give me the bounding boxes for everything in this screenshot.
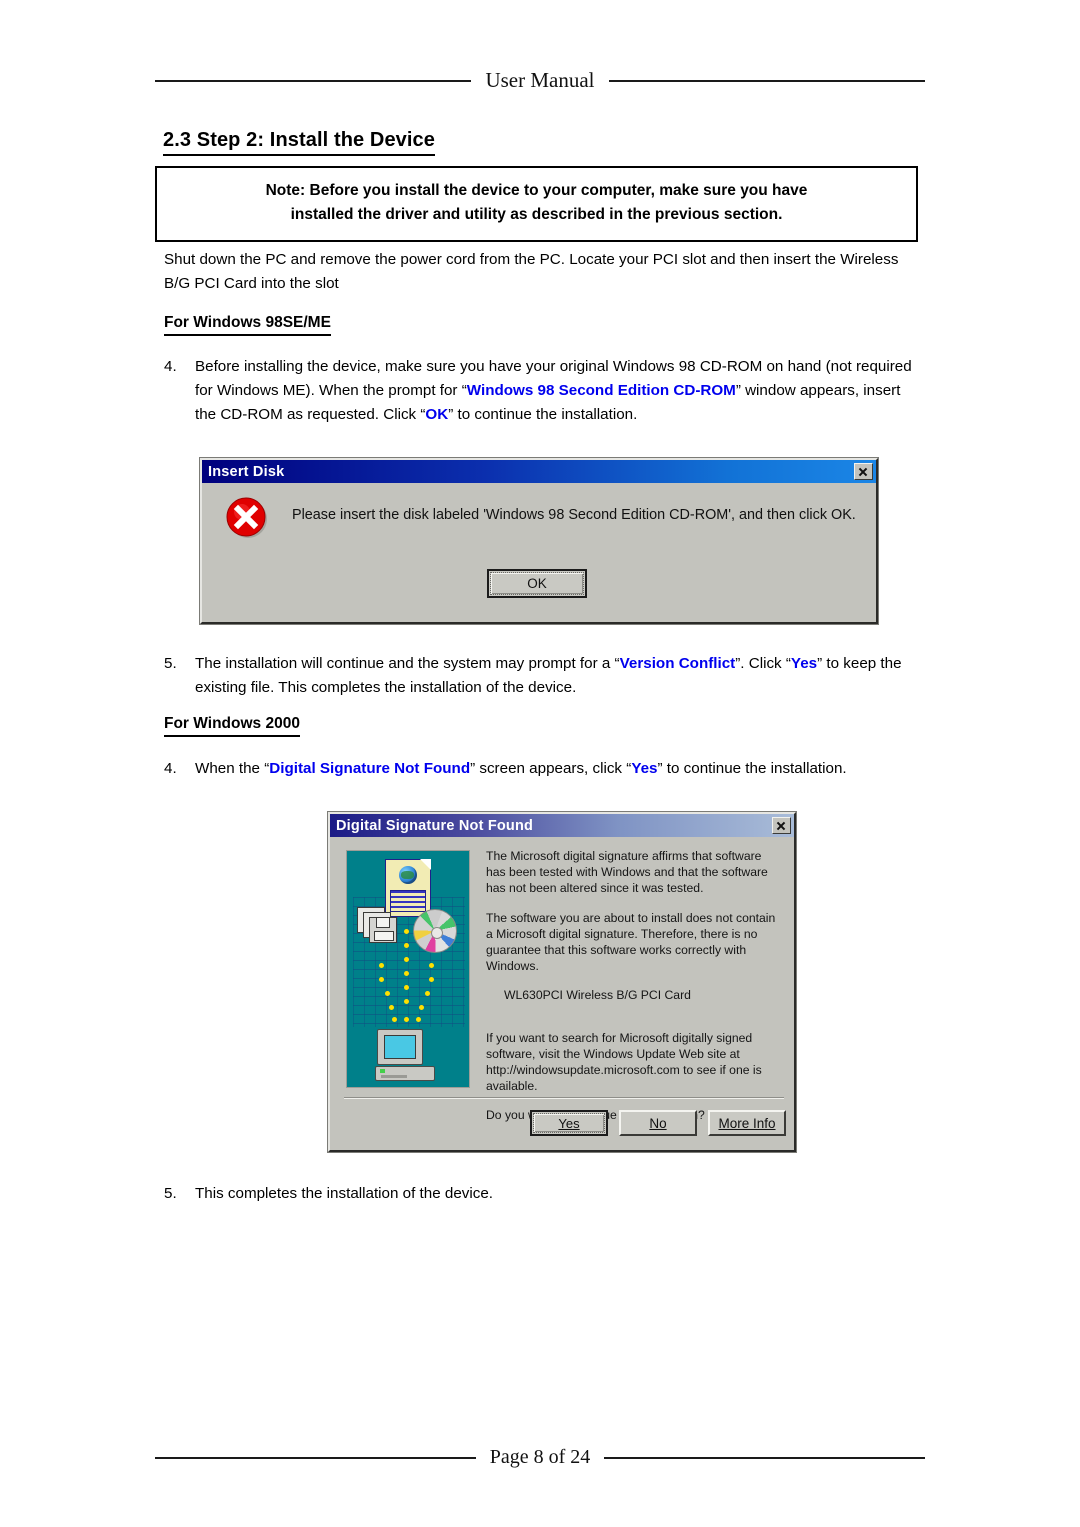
globe-icon — [399, 866, 417, 884]
note-line-1: Note: Before you install the device to y… — [265, 182, 808, 199]
footer-rule-left — [155, 1456, 476, 1459]
flow-dot — [392, 1017, 397, 1022]
insert-disk-dialog[interactable]: Insert Disk Please insert the disk label… — [200, 458, 878, 624]
signature-illustration — [346, 850, 470, 1088]
manual-page: User Manual 2.3 Step 2: Install the Devi… — [0, 0, 1080, 1527]
error-icon — [226, 497, 267, 538]
page-title: 2.3 Step 2: Install the Device — [163, 129, 435, 156]
insert-disk-title: Insert Disk — [208, 463, 285, 480]
list-item-number: 4. — [164, 760, 177, 777]
flow-dot — [429, 977, 434, 982]
yes-button-text: Yes — [558, 1115, 580, 1131]
flow-dot — [404, 999, 409, 1004]
flow-dot — [419, 1005, 424, 1010]
running-header: User Manual — [155, 68, 925, 93]
step-text-part-2: ” screen appears, click “ — [470, 760, 632, 777]
list-item-text: When the “Digital Signature Not Found” s… — [195, 757, 919, 781]
step-highlight-2: Yes — [790, 655, 818, 672]
list-item: 5. This completes the installation of th… — [164, 1182, 924, 1206]
list-item: 4. When the “Digital Signature Not Found… — [164, 757, 924, 781]
insert-disk-message: Please insert the disk labeled 'Windows … — [292, 507, 856, 523]
list-item-number: 4. — [164, 358, 177, 375]
subheading-windows-2000: For Windows 2000 — [164, 714, 300, 737]
running-footer: Page 8 of 24 — [155, 1446, 926, 1469]
monitor-graphic — [377, 1029, 423, 1065]
digital-signature-titlebar[interactable]: Digital Signature Not Found — [330, 814, 794, 837]
step-highlight-1: Version Conflict — [619, 655, 736, 672]
footer-rule-right — [604, 1456, 926, 1459]
flow-dot — [404, 985, 409, 990]
flow-dot — [416, 1017, 421, 1022]
step-text-part-3: ” to continue the installation. — [448, 406, 638, 423]
flow-dot — [379, 977, 384, 982]
floppy-disk-icon — [357, 907, 399, 945]
no-button-label: No — [621, 1112, 695, 1134]
header-rule-left — [155, 79, 472, 82]
list-item-text: The installation will continue and the s… — [195, 652, 919, 700]
close-icon[interactable] — [854, 463, 873, 480]
flow-dot — [404, 1017, 409, 1022]
signature-paragraph-2: The software you are about to install do… — [486, 910, 776, 974]
flow-dot — [404, 957, 409, 962]
page-fold — [420, 859, 431, 870]
flow-dot — [429, 963, 434, 968]
yes-button-label: Yes — [533, 1113, 605, 1133]
ok-button-label: OK — [490, 572, 584, 595]
digital-signature-body: The Microsoft digital signature affirms … — [486, 848, 782, 1137]
step-text-part-1: When the “ — [195, 760, 270, 777]
subheading-windows-98se: For Windows 98SE/ME — [164, 313, 331, 336]
header-rule-right — [608, 79, 925, 82]
intro-paragraph: Shut down the PC and remove the power co… — [164, 251, 899, 292]
ok-button[interactable]: OK — [487, 569, 587, 598]
list-item-text: Before installing the device, make sure … — [195, 355, 919, 427]
note-line-2: installed the driver and utility as desc… — [290, 206, 783, 223]
list-item-number: 5. — [164, 1185, 177, 1202]
flow-dot — [404, 929, 409, 934]
more-info-button-label: More Info — [710, 1112, 784, 1134]
step-highlight-2: OK — [425, 406, 449, 423]
flow-dot — [389, 1005, 394, 1010]
step-highlight-1: Windows 98 Second Edition CD-ROM — [466, 382, 736, 399]
no-button[interactable]: No — [619, 1110, 697, 1136]
header-label: User Manual — [485, 68, 595, 92]
list-item-text: This completes the installation of the d… — [195, 1185, 494, 1202]
divider — [344, 1097, 784, 1099]
flow-dot — [404, 971, 409, 976]
power-led — [380, 1069, 385, 1073]
signature-paragraph-3: If you want to search for Microsoft digi… — [486, 1030, 762, 1094]
digital-signature-button-row: Yes No More Info — [530, 1110, 786, 1136]
list-item: 5. The installation will continue and th… — [164, 652, 924, 700]
note-box: Note: Before you install the device to y… — [155, 166, 918, 242]
step-text-part-3: ” to continue the installation. — [657, 760, 847, 777]
computer-icon — [375, 1029, 441, 1083]
flow-dot — [425, 991, 430, 996]
digital-signature-dialog[interactable]: Digital Signature Not Found The Microsof… — [328, 812, 796, 1152]
flow-dot — [385, 991, 390, 996]
yes-button[interactable]: Yes — [530, 1110, 608, 1136]
step-highlight-2: Yes — [631, 760, 658, 777]
device-name: WL630PCI Wireless B/G PCI Card — [504, 988, 691, 1003]
list-item: 4. Before installing the device, make su… — [164, 355, 924, 427]
more-info-button[interactable]: More Info — [708, 1110, 786, 1136]
step-highlight-1: Digital Signature Not Found — [269, 760, 471, 777]
no-button-text: No — [649, 1115, 667, 1131]
flow-dot — [379, 963, 384, 968]
flow-dot — [404, 943, 409, 948]
insert-disk-titlebar[interactable]: Insert Disk — [202, 460, 876, 483]
step-text-part-1: The installation will continue and the s… — [195, 655, 620, 672]
cd-disc-icon — [413, 909, 457, 953]
close-icon[interactable] — [772, 817, 791, 834]
list-item-number: 5. — [164, 655, 177, 672]
page-number: Page 8 of 24 — [489, 1446, 591, 1468]
step-text-part-2: ”. Click “ — [735, 655, 791, 672]
digital-signature-title: Digital Signature Not Found — [336, 817, 534, 834]
signature-paragraph-1: The Microsoft digital signature affirms … — [486, 849, 768, 896]
more-info-button-text: More Info — [718, 1115, 776, 1131]
